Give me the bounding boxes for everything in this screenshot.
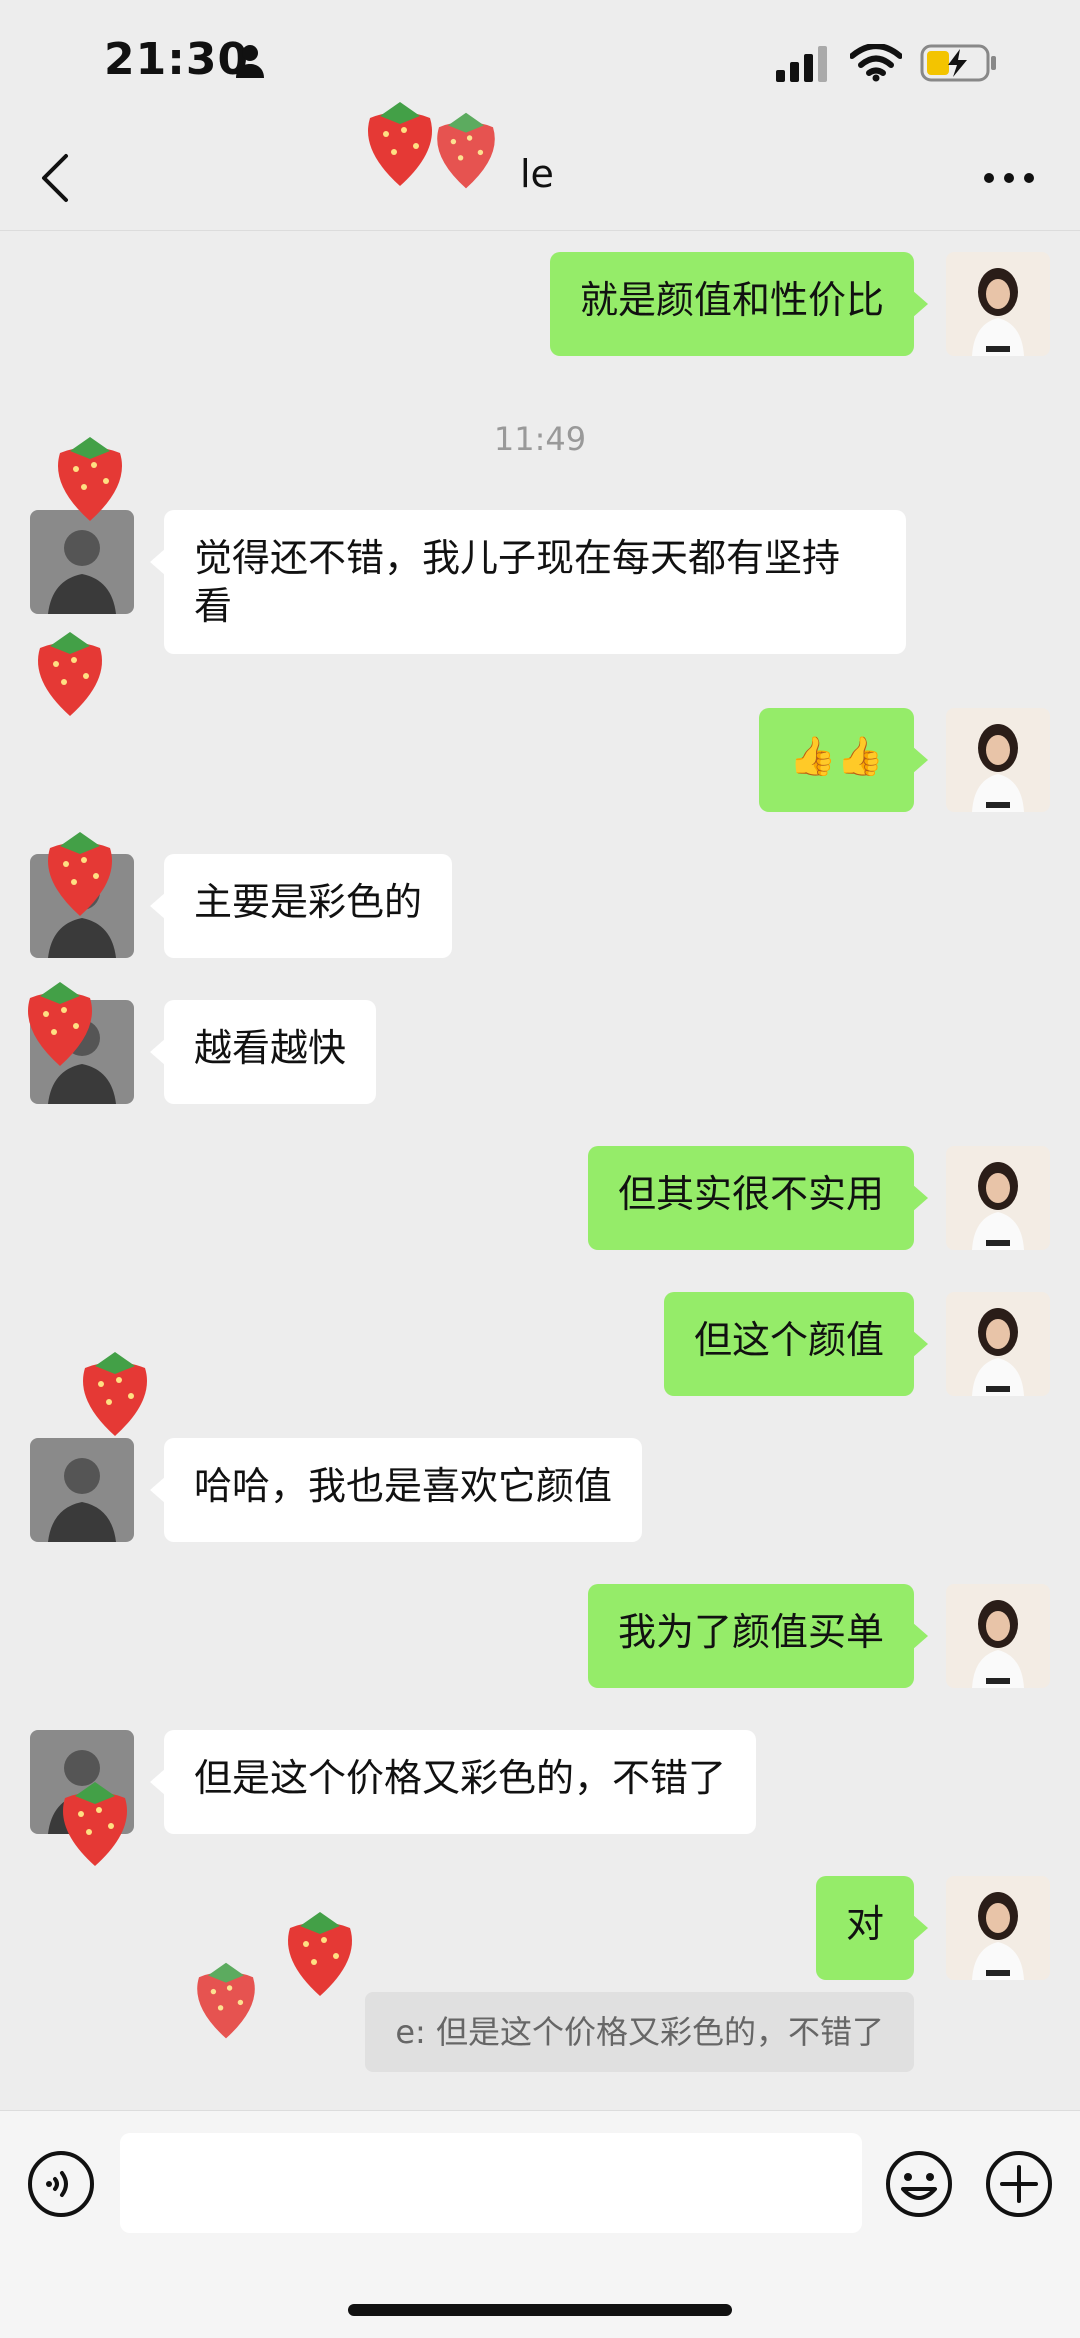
avatar[interactable] (30, 854, 134, 958)
avatar[interactable] (946, 1292, 1050, 1396)
chat-area[interactable]: 就是颜值和性价比 11:49 觉得还不错，我儿子现在每天都有坚持看 👍👍 主要是… (0, 102, 1080, 2110)
message-bubble[interactable]: 觉得还不错，我儿子现在每天都有坚持看 (150, 510, 906, 654)
battery-charging-icon (920, 44, 996, 82)
message-row: 就是颜值和性价比 (0, 252, 1080, 356)
message-bubble[interactable]: 但其实很不实用 (587, 1146, 929, 1250)
avatar[interactable] (946, 708, 1050, 812)
avatar[interactable] (946, 252, 1050, 356)
status-bar: 21:30 (0, 0, 1080, 130)
message-row: 但是这个价格又彩色的，不错了 (0, 1730, 1080, 1834)
message-bubble[interactable]: 哈哈，我也是喜欢它颜值 (149, 1438, 643, 1542)
message-row: 我为了颜值买单 (0, 1584, 1080, 1688)
avatar[interactable] (946, 1146, 1050, 1250)
message-row: 但其实很不实用 (0, 1146, 1080, 1250)
message-bubble[interactable]: 但是这个价格又彩色的，不错了 (149, 1730, 757, 1834)
avatar[interactable] (30, 510, 134, 614)
quoted-message[interactable]: e: 但是这个价格又彩色的，不错了 (365, 1992, 914, 2072)
avatar[interactable] (30, 1730, 134, 1834)
home-indicator[interactable] (348, 2304, 732, 2316)
message-timestamp: 11:49 (493, 420, 587, 458)
message-bubble[interactable]: 我为了颜值买单 (587, 1584, 929, 1688)
message-bubble[interactable]: 主要是彩色的 (149, 854, 453, 958)
nav-bar: le (0, 130, 1080, 231)
avatar[interactable] (30, 1438, 134, 1542)
message-bubble[interactable]: 对 (815, 1876, 929, 1980)
message-row: 但这个颜值 (0, 1292, 1080, 1396)
message-row: 觉得还不错，我儿子现在每天都有坚持看 (0, 510, 1080, 668)
avatar[interactable] (946, 1876, 1050, 1980)
signal-icon (776, 46, 827, 82)
message-row: 对 (0, 1876, 1080, 1980)
message-input[interactable] (120, 2133, 862, 2233)
voice-icon[interactable] (26, 2149, 96, 2219)
chat-title: le (520, 152, 554, 196)
more-icon[interactable] (982, 170, 1036, 186)
message-bubble[interactable]: 但这个颜值 (663, 1292, 929, 1396)
message-row: 主要是彩色的 (0, 854, 1080, 958)
message-bubble[interactable]: 就是颜值和性价比 (549, 252, 929, 356)
status-time: 21:30 (104, 34, 250, 85)
wifi-icon (850, 44, 902, 82)
message-bubble[interactable]: 👍👍 (759, 708, 928, 812)
message-row: 哈哈，我也是喜欢它颜值 (0, 1438, 1080, 1542)
emoji-icon[interactable] (884, 2149, 954, 2219)
back-icon[interactable] (38, 152, 72, 204)
person-icon (236, 45, 264, 78)
message-row: 👍👍 (0, 708, 1080, 812)
message-bubble[interactable]: 越看越快 (149, 1000, 377, 1104)
avatar[interactable] (946, 1584, 1050, 1688)
plus-icon[interactable] (984, 2149, 1054, 2219)
message-row: 越看越快 (0, 1000, 1080, 1104)
avatar[interactable] (30, 1000, 134, 1104)
